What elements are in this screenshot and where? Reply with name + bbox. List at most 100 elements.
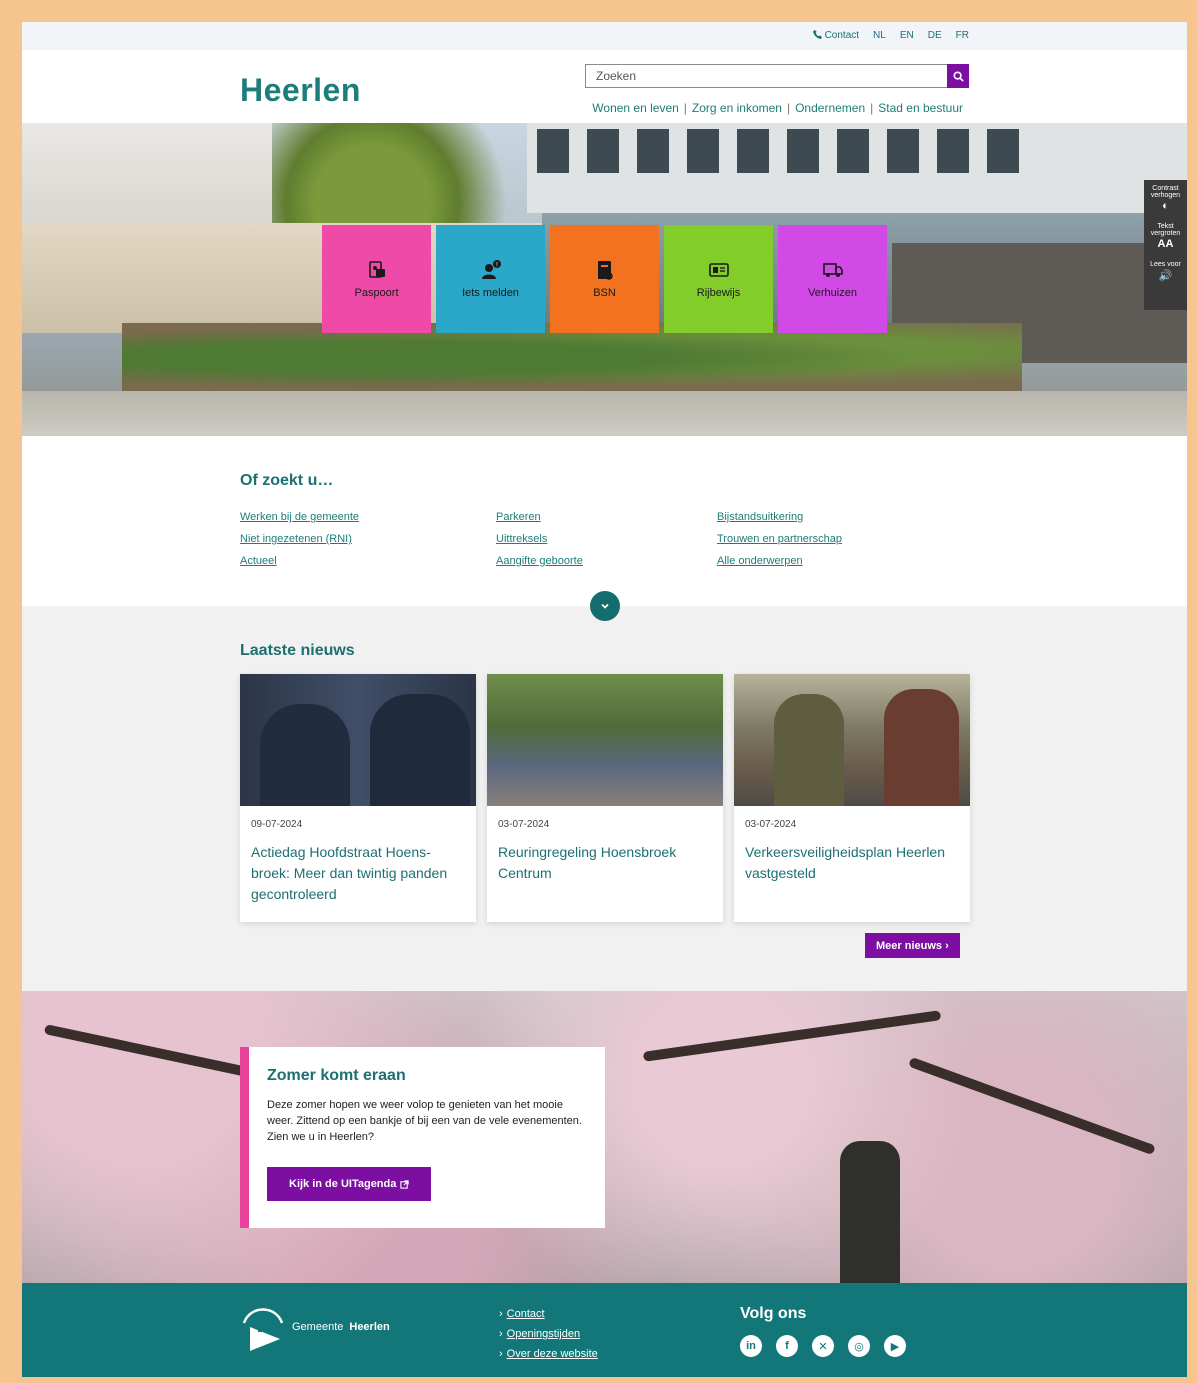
text-size-icon: AA — [1157, 238, 1174, 250]
chevron-right-icon: › — [945, 939, 949, 952]
tile-verhuizen[interactable]: Verhuizen — [778, 225, 887, 333]
passport-icon — [368, 261, 385, 278]
lang-nl[interactable]: NL — [873, 30, 886, 41]
contrast-button[interactable]: Contrast verhogen ◐ — [1144, 185, 1187, 212]
site-logo[interactable]: Heerlen — [240, 72, 361, 109]
hero-scene — [537, 129, 1019, 173]
footer-links: › Contact › Openingstijden › Over deze webs… — [499, 1308, 598, 1360]
chevron-down-icon — [601, 603, 609, 609]
footer-link-label[interactable]: Over deze website — [507, 1348, 598, 1360]
report-icon: ! — [481, 260, 501, 279]
quick-tasks: Paspoort ! Iets melden BSN Rijbewijs Ver… — [322, 225, 887, 333]
license-icon — [708, 263, 729, 277]
top-utility-bar: Contact NL EN DE FR — [22, 22, 1187, 50]
link-werken[interactable]: Werken bij de gemeente — [240, 510, 496, 525]
read-aloud-button[interactable]: Lees voor 🔊 — [1144, 261, 1187, 282]
lang-en[interactable]: EN — [900, 30, 914, 41]
footer-link-label[interactable]: Openingstijden — [507, 1328, 580, 1340]
search-box — [585, 64, 969, 88]
news-image — [240, 674, 476, 806]
chevron-right-icon: › — [499, 1308, 503, 1320]
link-trouwen[interactable]: Trouwen en partnerschap — [717, 532, 917, 547]
lang-de[interactable]: DE — [928, 30, 942, 41]
social-links: in f ✕ ◎ ▶ — [740, 1335, 906, 1357]
contact-label: Contact — [824, 30, 860, 41]
contact-link[interactable]: Contact — [812, 30, 860, 41]
bsn-icon — [597, 261, 613, 280]
moving-truck-icon — [822, 263, 843, 277]
footer-logo-name: Heerlen — [349, 1321, 390, 1333]
heerlen-logo-icon — [242, 1308, 284, 1351]
x-icon[interactable]: ✕ — [812, 1335, 834, 1357]
site-footer: Gemeente Heerlen › Contact › Openingstijde… — [22, 1283, 1187, 1377]
nav-separator: | — [870, 101, 874, 115]
expand-button[interactable] — [590, 591, 620, 621]
link-parkeren[interactable]: Parkeren — [496, 510, 717, 525]
footer-link-contact[interactable]: › Contact — [499, 1308, 598, 1320]
link-actueel[interactable]: Actueel — [240, 554, 496, 569]
nav-separator: | — [683, 101, 687, 115]
tile-label: BSN — [593, 287, 616, 299]
read-aloud-label: Lees voor — [1150, 261, 1181, 268]
search-input[interactable] — [586, 65, 947, 87]
more-news-button[interactable]: Meer nieuws › — [865, 933, 960, 958]
footer-logo[interactable]: Gemeente Heerlen — [240, 1301, 390, 1353]
footer-link-label[interactable]: Contact — [507, 1308, 545, 1320]
news-card[interactable]: 09-07-2024 Actiedag Hoofdstraat Hoens-br… — [240, 674, 476, 922]
uitagenda-button[interactable]: Kijk in de UITagenda — [267, 1167, 432, 1201]
main-nav: Wonen en leven | Zorg en inkomen | Onderne… — [592, 101, 963, 115]
link-rni[interactable]: Niet ingezetenen (RNI) — [240, 532, 496, 547]
linkedin-icon[interactable]: in — [740, 1335, 762, 1357]
text-size-button[interactable]: Tekst vergroten AA — [1144, 223, 1187, 250]
site-header: Heerlen Wonen en leven | Zorg en inkomen |… — [22, 50, 1187, 123]
tile-paspoort[interactable]: Paspoort — [322, 225, 431, 333]
banner-scene — [840, 1141, 900, 1283]
news-date: 03-07-2024 — [745, 819, 797, 830]
text-size-label: Tekst vergroten — [1150, 223, 1181, 237]
lang-fr[interactable]: FR — [956, 30, 969, 41]
news-image — [487, 674, 723, 806]
link-alle-onderwerpen[interactable]: Alle onderwerpen — [717, 554, 917, 569]
more-news-label: Meer nieuws — [876, 939, 943, 952]
promo-title: Zomer komt eraan — [267, 1067, 406, 1084]
tile-iets-melden[interactable]: ! Iets melden — [436, 225, 545, 333]
chevron-right-icon: › — [499, 1328, 503, 1340]
contrast-icon: ◐ — [1162, 200, 1169, 212]
nav-ondernemen[interactable]: Ondernemen — [795, 101, 865, 115]
news-card[interactable]: 03-07-2024 Verkeersveiligheidsplan Heerl… — [734, 674, 970, 922]
promo-card: Zomer komt eraan Deze zomer hopen we wee… — [240, 1047, 605, 1228]
hero-image: Paspoort ! Iets melden BSN Rijbewijs Ver… — [22, 123, 1187, 436]
banner-scene — [908, 1056, 1156, 1156]
cta-label: Kijk in de UITagenda — [289, 1178, 397, 1190]
news-image — [734, 674, 970, 806]
search-icon — [952, 70, 964, 82]
banner-scene — [642, 1010, 942, 1062]
link-aangifte[interactable]: Aangifte geboorte — [496, 554, 717, 569]
news-section: Laatste nieuws 09-07-2024 Actiedag Hoofd… — [22, 606, 1187, 991]
footer-link-over[interactable]: › Over deze website — [499, 1348, 598, 1360]
tile-bsn[interactable]: BSN — [550, 225, 659, 333]
news-date: 03-07-2024 — [498, 819, 550, 830]
news-title: Verkeersveiligheidsplan Heerlen vastgest… — [745, 844, 946, 881]
tile-label: Verhuizen — [808, 287, 857, 299]
page: Contact NL EN DE FR Heerlen Wonen en lev… — [22, 22, 1187, 1377]
facebook-icon[interactable]: f — [776, 1335, 798, 1357]
external-link-icon — [400, 1179, 410, 1189]
tile-label: Iets melden — [462, 287, 519, 299]
speaker-icon: 🔊 — [1158, 270, 1173, 282]
link-uittreksels[interactable]: Uittreksels — [496, 532, 717, 547]
chevron-right-icon: › — [499, 1348, 503, 1360]
youtube-icon[interactable]: ▶ — [884, 1335, 906, 1357]
tile-rijbewijs[interactable]: Rijbewijs — [664, 225, 773, 333]
accessibility-toolbar: Contrast verhogen ◐ Tekst vergroten AA L… — [1144, 180, 1187, 310]
instagram-icon[interactable]: ◎ — [848, 1335, 870, 1357]
footer-link-openingstijden[interactable]: › Openingstijden — [499, 1328, 598, 1340]
search-button[interactable] — [947, 64, 969, 88]
news-title: Actiedag Hoofdstraat Hoens-broek: Meer d… — [251, 844, 448, 902]
link-bijstand[interactable]: Bijstandsuitkering — [717, 510, 917, 525]
news-card[interactable]: 03-07-2024 Reuringregeling Hoensbroek Ce… — [487, 674, 723, 922]
nav-wonen[interactable]: Wonen en leven — [592, 101, 679, 115]
nav-stad[interactable]: Stad en bestuur — [878, 101, 963, 115]
news-title: Reuringregeling Hoensbroek Centrum — [498, 844, 677, 881]
nav-zorg[interactable]: Zorg en inkomen — [692, 101, 782, 115]
